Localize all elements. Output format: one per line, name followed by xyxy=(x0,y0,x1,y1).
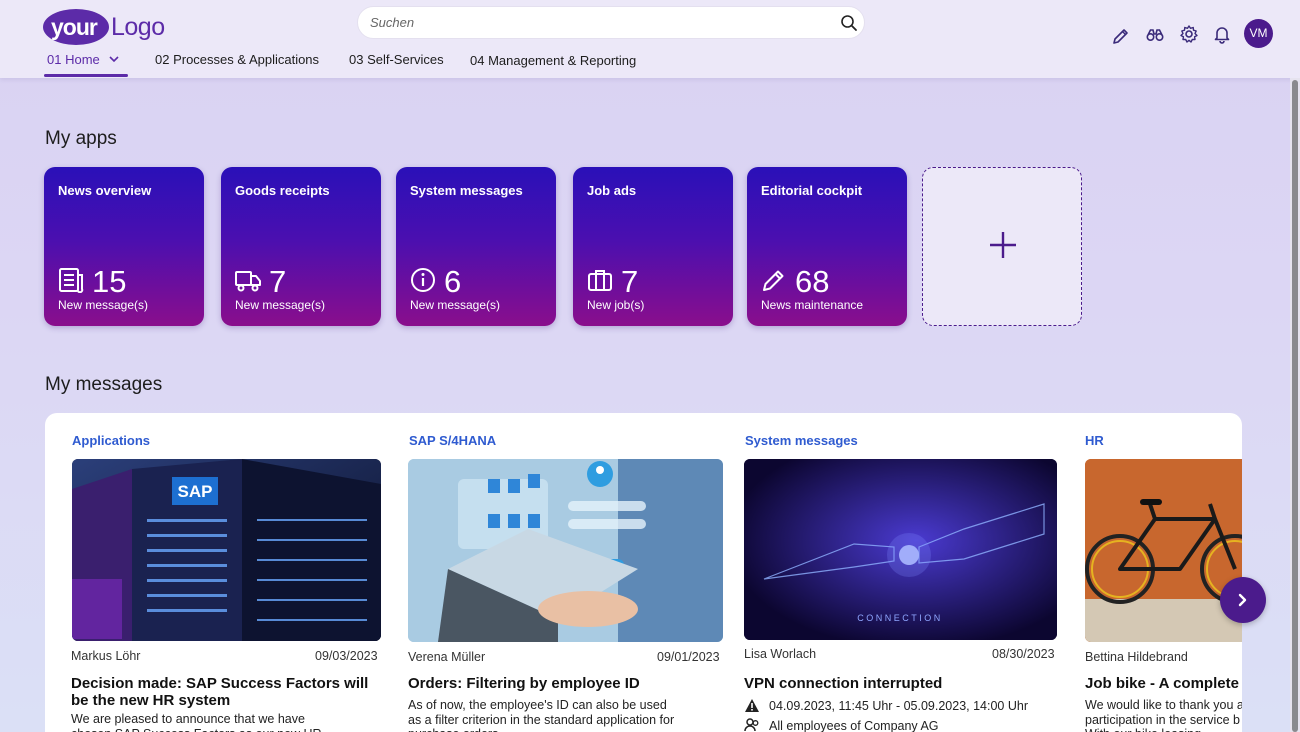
active-tab-indicator xyxy=(44,74,128,77)
message-category[interactable]: Applications xyxy=(72,433,150,448)
message-author: Lisa Worlach xyxy=(744,647,817,661)
tile-subtitle: New message(s) xyxy=(58,298,149,312)
message-teaser: We would like to thank you a participati… xyxy=(1085,698,1242,732)
tile-count: 7 xyxy=(269,264,287,299)
my-messages-title: My messages xyxy=(45,374,163,395)
svg-text:SAP: SAP xyxy=(178,482,213,501)
message-headline[interactable]: Orders: Filtering by employee ID xyxy=(408,675,718,692)
tab-management-reporting[interactable]: 04 Management & Reporting xyxy=(470,53,636,68)
binoculars-icon[interactable] xyxy=(1145,25,1165,45)
truck-icon xyxy=(235,271,261,292)
logo-text-logo: Logo xyxy=(111,13,165,41)
group-icon xyxy=(744,718,759,732)
search-icon[interactable] xyxy=(840,14,858,32)
tile-subtitle: New job(s) xyxy=(587,298,645,312)
tile-subtitle: New message(s) xyxy=(235,298,326,312)
message-headline[interactable]: Job bike - A complete s xyxy=(1085,675,1242,692)
message-teaser: We are pleased to announce that we have … xyxy=(71,712,322,732)
message-category[interactable]: SAP S/4HANA xyxy=(409,433,496,448)
tile-count: 15 xyxy=(92,264,127,299)
server-rack-image: SAP xyxy=(72,459,381,641)
message-author: Markus Löhr xyxy=(71,649,141,663)
message-date: 09/01/2023 xyxy=(657,650,720,664)
message-author: Verena Müller xyxy=(408,650,486,664)
affected-group: All employees of Company AG xyxy=(769,719,939,732)
edit-pencil-icon[interactable] xyxy=(1111,26,1131,46)
search-field[interactable] xyxy=(357,6,865,39)
message-date: 08/30/2023 xyxy=(992,647,1055,661)
briefcase-icon xyxy=(588,270,612,291)
scrollbar-thumb[interactable] xyxy=(1292,80,1298,732)
outage-period: 04.09.2023, 11:45 Uhr - 05.09.2023, 14:0… xyxy=(769,699,1028,713)
message-card-applications[interactable]: Applications SAP Markus Löhr 09/03/2023 … xyxy=(71,413,381,732)
tab-home[interactable]: 01 Home xyxy=(47,52,100,67)
shell-header: your Logo 01 Home 02 Processes & Applica… xyxy=(0,0,1300,78)
plus-icon xyxy=(990,232,1016,258)
my-apps-title: My apps xyxy=(45,128,117,149)
info-icon xyxy=(411,268,435,292)
message-category[interactable]: HR xyxy=(1085,433,1104,448)
tile-title: Editorial cockpit xyxy=(761,183,863,198)
message-headline[interactable]: Decision made: SAP Success Factors will … xyxy=(71,675,371,709)
gear-icon[interactable] xyxy=(1179,24,1199,44)
message-card-hr[interactable]: HR Bettina Hildebrand Job bike - A compl… xyxy=(1085,413,1242,732)
message-headline[interactable]: VPN connection interrupted xyxy=(744,675,1054,692)
carousel-next-button[interactable] xyxy=(1220,577,1266,623)
tile-count: 68 xyxy=(795,264,830,299)
message-teaser: As of now, the employee's ID can also be… xyxy=(408,698,675,732)
add-tile-button[interactable] xyxy=(922,167,1082,326)
laptop-login-image xyxy=(408,459,723,642)
tile-goods-receipts[interactable]: Goods receipts 7 New message(s) xyxy=(221,167,381,326)
tile-count: 7 xyxy=(621,264,639,299)
logo-text-your: your xyxy=(51,14,98,40)
message-card-sap-s4hana[interactable]: SAP S/4HANA Verena Müller 09/01/2023 Ord… xyxy=(408,413,723,732)
message-category[interactable]: System messages xyxy=(745,433,858,448)
chevron-down-icon[interactable] xyxy=(108,54,120,64)
tile-editorial-cockpit[interactable]: Editorial cockpit 68 News maintenance xyxy=(747,167,907,326)
pencil-icon xyxy=(763,270,784,291)
tab-self-services[interactable]: 03 Self-Services xyxy=(349,52,444,67)
message-card-system-messages[interactable]: System messages CONNECTION Lisa Worlach … xyxy=(744,413,1059,732)
tile-subtitle: New message(s) xyxy=(410,298,501,312)
message-date: 09/03/2023 xyxy=(315,649,378,663)
tile-system-messages[interactable]: System messages 6 New message(s) xyxy=(396,167,556,326)
message-author: Bettina Hildebrand xyxy=(1085,650,1188,664)
search-input[interactable] xyxy=(370,15,830,30)
tile-job-ads[interactable]: Job ads 7 New job(s) xyxy=(573,167,733,326)
network-plug-image: CONNECTION xyxy=(744,459,1057,640)
newspaper-icon xyxy=(59,268,84,293)
bell-icon[interactable] xyxy=(1212,24,1232,44)
tab-processes-applications[interactable]: 02 Processes & Applications xyxy=(155,52,319,67)
tile-title: Job ads xyxy=(587,183,637,198)
tile-count: 6 xyxy=(444,264,462,299)
chevron-right-icon xyxy=(1238,593,1247,607)
tile-news-overview[interactable]: News overview 15 New message(s) xyxy=(44,167,204,326)
user-avatar[interactable]: VM xyxy=(1244,19,1273,48)
tile-title: System messages xyxy=(410,183,523,198)
tile-title: News overview xyxy=(58,183,152,198)
tile-title: Goods receipts xyxy=(235,183,330,198)
bicycle-image xyxy=(1085,459,1242,642)
tile-subtitle: News maintenance xyxy=(761,298,864,312)
connection-caption: CONNECTION xyxy=(857,613,943,623)
warning-icon xyxy=(745,699,759,712)
messages-carousel: Applications SAP Markus Löhr 09/03/2023 … xyxy=(45,413,1242,732)
